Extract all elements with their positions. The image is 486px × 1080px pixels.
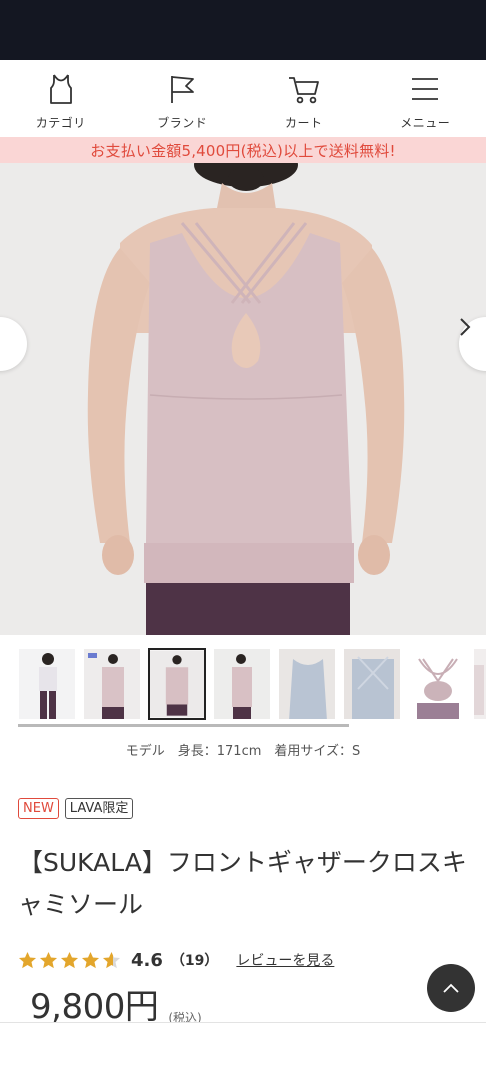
limited-badge: LAVA限定 bbox=[64, 798, 134, 819]
thumbnail-image bbox=[474, 649, 486, 719]
cart-icon bbox=[288, 77, 319, 104]
status-bar bbox=[0, 0, 486, 60]
nav-item-menu[interactable]: メニュー bbox=[365, 60, 486, 137]
thumbnail-3[interactable] bbox=[148, 648, 206, 720]
nav-label-menu: メニュー bbox=[400, 116, 451, 130]
nav-label-cart: カート bbox=[284, 116, 323, 130]
thumbnail-image bbox=[19, 649, 75, 719]
review-count: （19） bbox=[170, 953, 219, 969]
model-caption: モデル 身長：171cm 着用サイズ：S bbox=[125, 744, 361, 759]
nav-item-brand[interactable]: ブランド bbox=[122, 60, 244, 137]
tank-top-icon bbox=[49, 74, 72, 104]
rating-row: 4.6 （19） レビューを見る bbox=[18, 947, 334, 973]
flag-icon bbox=[171, 76, 195, 103]
thumbnail-scrollbar[interactable] bbox=[18, 724, 349, 727]
product-photo bbox=[0, 163, 486, 635]
thumbnail-image bbox=[214, 649, 270, 719]
nav-label-category: カテゴリ bbox=[35, 116, 86, 130]
half-star-icon bbox=[102, 951, 121, 968]
menu-icon bbox=[412, 78, 439, 100]
scroll-to-top-button[interactable] bbox=[427, 964, 475, 1012]
product-main-image[interactable] bbox=[0, 163, 486, 635]
thumbnail-2[interactable] bbox=[83, 648, 141, 720]
thumbnail-4[interactable] bbox=[213, 648, 271, 720]
star-rating bbox=[18, 951, 121, 970]
banner-text: お支払い金額5,400円(税込)以上で送料無料! bbox=[90, 141, 396, 160]
chevron-right-icon bbox=[460, 318, 471, 336]
product-title: 【SUKALA】フロントギャザークロスキャミソール bbox=[18, 848, 467, 919]
thumbnail-image bbox=[84, 649, 140, 719]
star-icon bbox=[18, 951, 37, 968]
nav-item-cart[interactable]: カート bbox=[243, 60, 365, 137]
thumbnail-7[interactable] bbox=[408, 648, 466, 720]
thumbnail-5[interactable] bbox=[278, 648, 336, 720]
thumbnail-6[interactable] bbox=[343, 648, 401, 720]
thumbnail-1[interactable] bbox=[18, 648, 76, 720]
thumbnail-image bbox=[344, 649, 400, 719]
product-badges: NEW LAVA限定 bbox=[18, 798, 134, 819]
star-icon bbox=[81, 951, 100, 968]
header-nav: カテゴリ ブランド カート メニュー bbox=[0, 60, 486, 137]
star-icon bbox=[60, 951, 79, 968]
new-badge: NEW bbox=[18, 798, 59, 819]
see-reviews-link[interactable]: レビューを見る bbox=[236, 950, 334, 970]
chevron-up-icon bbox=[443, 983, 459, 993]
star-icon bbox=[39, 951, 58, 968]
thumbnail-8[interactable] bbox=[473, 648, 486, 720]
bottom-bar bbox=[0, 1022, 486, 1080]
thumbnail-image bbox=[409, 649, 465, 719]
rating-value: 4.6 bbox=[131, 949, 163, 971]
thumbnail-image bbox=[150, 650, 204, 718]
free-shipping-banner: お支払い金額5,400円(税込)以上で送料無料! bbox=[0, 137, 486, 163]
thumbnail-strip[interactable] bbox=[0, 648, 486, 724]
nav-label-brand: ブランド bbox=[157, 116, 208, 130]
thumbnail-image bbox=[279, 649, 335, 719]
nav-item-category[interactable]: カテゴリ bbox=[0, 60, 122, 137]
